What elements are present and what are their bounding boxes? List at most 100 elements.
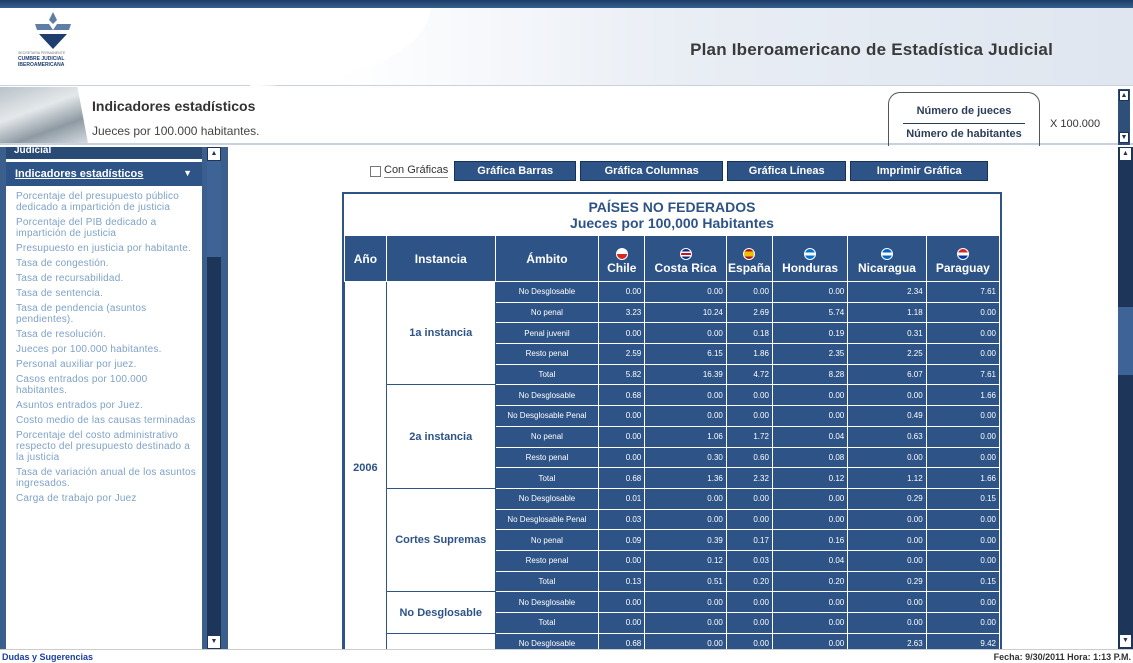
value-cell: 0.00	[925, 549, 1001, 572]
graphs-checkbox[interactable]	[370, 165, 381, 177]
sidebar-item[interactable]: Porcentaje del PIB dedicado a impartició…	[16, 217, 196, 239]
logo[interactable]: SECRETARIA PERMANENTE CUMBRE JUDICIAL IB…	[18, 12, 88, 78]
scroll-up-icon[interactable]: ▲	[1120, 148, 1131, 160]
value-cell: 1.66	[925, 467, 1001, 489]
sidebar-item[interactable]: Carga de trabajo por Juez	[16, 493, 196, 504]
page-description: Jueces por 100.000 habitantes.	[92, 124, 260, 138]
sidebar-item[interactable]: Presupuesto en justicia por habitante.	[16, 243, 196, 254]
table-row: No Desglosable 0.68 0.00 0.00 0.00 2.63 9.42	[345, 632, 1001, 649]
sidebar-item[interactable]: Casos entrados por 100.000 habitantes.	[16, 374, 196, 396]
sidebar-section-indicadores[interactable]: Indicadores estadísticos ▼	[6, 162, 202, 186]
ambito-cell: Resto penal	[494, 343, 600, 365]
scroll-thumb[interactable]	[207, 161, 221, 257]
value-cell: 0.60	[725, 446, 773, 469]
ambito-cell: No Desglosable Penal	[494, 508, 600, 531]
sidebar-item[interactable]: Tasa de variación anual de los asuntos i…	[16, 467, 196, 489]
sidebar-item[interactable]: Porcentaje del presupuesto público dedic…	[16, 191, 196, 213]
scroll-down-icon[interactable]: ▼	[1120, 635, 1131, 647]
graphs-checkbox-label[interactable]: Con Gráficas	[384, 164, 449, 178]
page-title: Indicadores estadísticos	[92, 98, 256, 114]
subheader-scrollbar[interactable]: ▲ ▼	[1118, 89, 1130, 145]
ambito-cell: Total	[494, 363, 600, 386]
value-cell: 0.00	[644, 405, 727, 427]
value-cell: 0.29	[847, 487, 927, 510]
value-cell: 0.00	[725, 632, 773, 649]
ambito-cell: Resto penal	[494, 549, 600, 572]
print-chart-button[interactable]: Imprimir Gráfica	[850, 161, 989, 181]
sidebar-section-label: Indicadores estadísticos	[15, 168, 144, 180]
value-cell: 0.49	[847, 405, 927, 427]
site-title: Plan Iberoamericano de Estadística Judic…	[690, 40, 1053, 59]
sidebar-item[interactable]: Tasa de recursabilidad.	[16, 273, 196, 284]
value-cell: 0.00	[925, 322, 1001, 345]
value-cell: 0.00	[598, 405, 646, 427]
value-cell: 2.35	[771, 343, 849, 365]
col-paraguay: Paraguay	[925, 235, 1001, 282]
bar-chart-button[interactable]: Gráfica Barras	[454, 161, 577, 181]
scroll-up-icon[interactable]: ▲	[1119, 90, 1129, 101]
value-cell: 6.07	[847, 363, 927, 386]
value-cell: 0.04	[771, 425, 849, 448]
sidebar-item[interactable]: Tasa de resolución.	[16, 329, 196, 340]
table-row: 2006 1a instancia No Desglosable 0.00 0.00 0.…	[344, 280, 1001, 649]
value-cell: 2.34	[847, 281, 927, 303]
value-cell: 0.00	[925, 405, 1001, 427]
value-cell: 1.72	[725, 425, 773, 448]
formula-multiplier: X 100.000	[1050, 118, 1101, 130]
value-cell: 0.29	[847, 570, 927, 593]
value-cell: 0.00	[925, 343, 1001, 365]
value-cell: 0.20	[771, 570, 849, 593]
sidebar-item[interactable]: Asuntos entrados por Juez.	[16, 400, 196, 411]
sidebar-item[interactable]: Porcentaje del costo administrativo resp…	[16, 430, 196, 463]
line-chart-button[interactable]: Gráfica Líneas	[727, 161, 847, 181]
value-cell: 0.00	[925, 591, 1001, 613]
value-cell: 0.00	[925, 446, 1001, 469]
scroll-down-icon[interactable]: ▼	[1119, 132, 1129, 143]
value-cell: 0.00	[725, 508, 773, 531]
value-cell: 0.00	[925, 301, 1001, 324]
sidebar-item-partial[interactable]: Judicial	[6, 147, 202, 159]
scroll-up-icon[interactable]: ▲	[208, 148, 220, 160]
value-cell: 16.39	[644, 363, 727, 386]
value-cell: 0.00	[847, 529, 927, 551]
sidebar-scrollbar[interactable]: ▲ ▼	[207, 147, 221, 649]
instancia-cell	[385, 632, 496, 649]
formula-divider	[903, 123, 1025, 124]
main-scrollbar[interactable]: ▲ ▼	[1118, 147, 1133, 649]
ambito-cell: No Desglosable	[494, 281, 600, 303]
col-label: Paraguay	[935, 261, 990, 275]
honduras-flag-icon	[804, 248, 817, 260]
sidebar-item[interactable]: Tasa de pendencia (asuntos pendientes).	[16, 303, 196, 325]
value-cell: 0.16	[771, 529, 849, 551]
value-cell: 0.00	[771, 281, 849, 303]
value-cell: 0.31	[847, 322, 927, 345]
value-cell: 0.00	[598, 591, 646, 613]
sidebar-item[interactable]: Personal auxiliar por juez.	[16, 359, 196, 370]
sidebar-items: Porcentaje del presupuesto público dedic…	[6, 186, 202, 504]
table-title-line2: Jueces por 100,000 Habitantes	[570, 215, 774, 231]
instancia-cell: Cortes Supremas	[385, 487, 496, 593]
logo-text: SECRETARIA PERMANENTE CUMBRE JUDICIAL IB…	[18, 51, 66, 68]
value-cell: 0.00	[771, 384, 849, 407]
sidebar-item[interactable]: Tasa de congestión.	[16, 258, 196, 269]
feedback-link[interactable]: Dudas y Sugerencias	[2, 652, 93, 662]
costa-rica-flag-icon	[679, 248, 692, 260]
table-row: 2a instancia No Desglosable 0.68 0.00 0.00 0.…	[345, 384, 1001, 489]
col-label: Nicaragua	[857, 261, 916, 275]
sidebar-item[interactable]: Jueces por 100.000 habitantes.	[16, 344, 196, 355]
scroll-down-icon[interactable]: ▼	[208, 636, 220, 648]
value-cell: 0.00	[925, 529, 1001, 551]
value-cell: 0.00	[771, 405, 849, 427]
ambito-cell: No Desglosable	[494, 591, 600, 613]
column-chart-button[interactable]: Gráfica Columnas	[580, 161, 724, 181]
value-cell: 0.00	[598, 612, 646, 634]
logo-emblem-icon	[35, 12, 71, 49]
paraguay-flag-icon	[956, 248, 969, 260]
col-label: Honduras	[782, 261, 839, 275]
value-cell: 0.04	[771, 549, 849, 572]
scroll-thumb[interactable]	[1118, 307, 1133, 375]
sidebar-item[interactable]: Tasa de sentencia.	[16, 288, 196, 299]
sidebar-item[interactable]: Costo medio de las causas terminadas	[16, 415, 196, 426]
footer-date: Fecha: 9/30/2011 Hora: 1:13 P.M.	[993, 652, 1131, 662]
value-cell: 2.63	[847, 632, 927, 649]
